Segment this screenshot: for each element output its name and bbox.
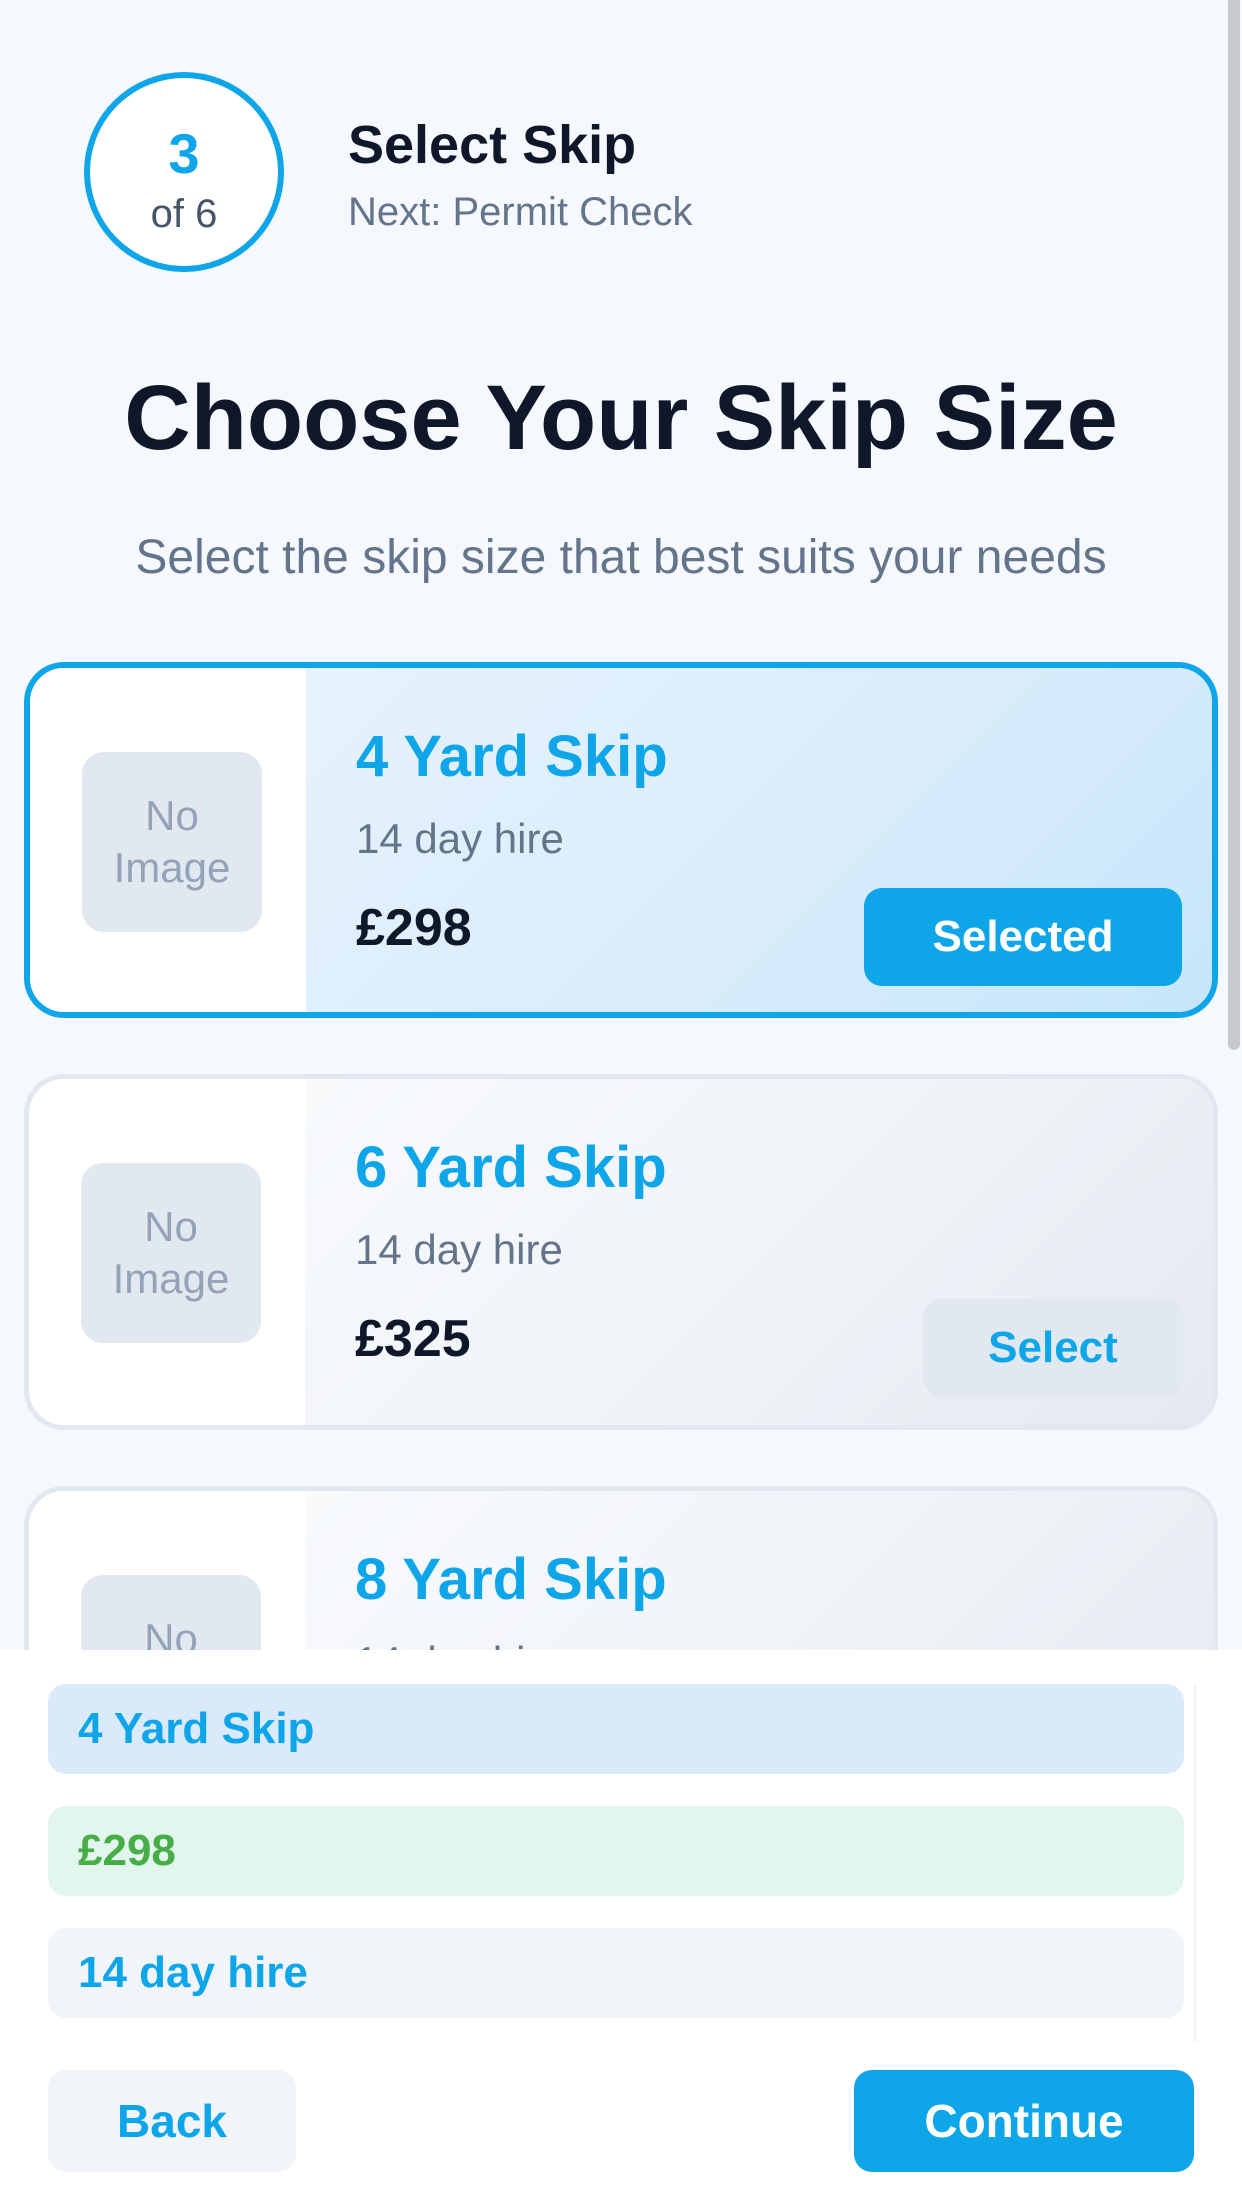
skip-image-area: No Image: [30, 668, 306, 1012]
skip-selection-scroll-area[interactable]: 3 of 6 Select Skip Next: Permit Check Ch…: [0, 0, 1242, 1650]
summary-price: £298: [48, 1806, 1184, 1896]
next-step-label: Next: Permit Check: [348, 190, 693, 234]
page-subtitle: Select the skip size that best suits you…: [135, 531, 1107, 584]
skip-hire-period: 14 day hire: [355, 1226, 563, 1273]
summary-list: 4 Yard Skip £298 14 day hire: [48, 1684, 1196, 2042]
summary-hire-period: 14 day hire: [48, 1928, 1184, 2018]
summary-skip-name: 4 Yard Skip: [48, 1684, 1184, 1774]
skip-price: £325: [355, 1310, 471, 1368]
skip-hire-period: 14 day hire: [356, 815, 564, 862]
skip-card-8-yard[interactable]: No 8 Yard Skip 14 day hire: [24, 1486, 1218, 1650]
step-title: Select Skip: [348, 115, 637, 175]
step-total-label: of 6: [150, 192, 218, 236]
page-title: Choose Your Skip Size: [124, 367, 1118, 469]
skip-image-placeholder: No Image: [82, 752, 262, 932]
skip-image-placeholder: No: [81, 1575, 261, 1650]
skip-name: 6 Yard Skip: [355, 1135, 667, 1200]
skip-card-6-yard[interactable]: No Image 6 Yard Skip 14 day hire £325 Se…: [24, 1074, 1218, 1430]
skip-image-placeholder: No Image: [81, 1163, 261, 1343]
skip-price: £298: [356, 899, 472, 957]
continue-button[interactable]: Continue: [854, 2070, 1194, 2172]
skip-name: 8 Yard Skip: [355, 1547, 667, 1612]
scrollbar-thumb[interactable]: [1228, 0, 1240, 1050]
step-progress-indicator: 3 of 6: [84, 72, 284, 272]
skip-image-area: No: [29, 1491, 305, 1650]
select-button[interactable]: Select: [923, 1299, 1183, 1397]
selection-summary-panel: 4 Yard Skip £298 14 day hire Back Contin…: [0, 1650, 1242, 2208]
skip-card-4-yard[interactable]: No Image 4 Yard Skip 14 day hire £298 Se…: [24, 662, 1218, 1018]
skip-image-area: No Image: [29, 1079, 305, 1425]
skip-hire-period: 14 day hire: [355, 1641, 563, 1651]
back-button[interactable]: Back: [48, 2070, 296, 2172]
step-current-number: 3: [168, 122, 200, 185]
selected-button[interactable]: Selected: [864, 888, 1182, 986]
skip-name: 4 Yard Skip: [356, 724, 668, 789]
